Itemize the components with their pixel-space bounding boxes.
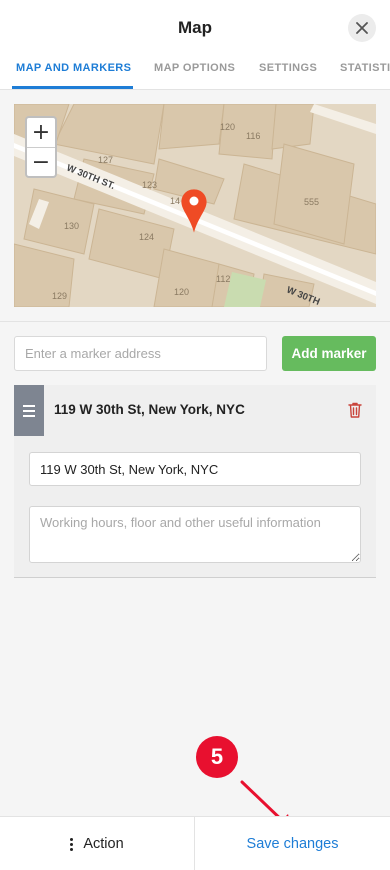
active-tab-indicator xyxy=(12,86,133,89)
divider xyxy=(0,321,390,322)
drag-handle-icon-line xyxy=(23,409,35,412)
footer: Action Save changes xyxy=(0,816,390,870)
building-number: 112 xyxy=(216,274,230,284)
building-number: 116 xyxy=(246,131,260,141)
step-badge: 5 xyxy=(196,736,238,778)
close-icon xyxy=(356,22,368,34)
map-view[interactable]: W 30TH ST. W 30TH 127 123 120 116 130 12… xyxy=(14,104,376,307)
drag-handle-icon xyxy=(23,404,35,407)
add-marker-button[interactable]: Add marker xyxy=(282,336,376,371)
building-number: 120 xyxy=(174,287,189,297)
zoom-in-button[interactable]: + xyxy=(27,118,55,147)
tab-map-and-markers[interactable]: MAP AND MARKERS xyxy=(16,62,131,74)
building-number: 130 xyxy=(64,221,79,231)
building-number: 129 xyxy=(52,291,67,301)
header: Map MAP AND MARKERS MAP OPTIONS SETTINGS… xyxy=(0,0,390,90)
drag-handle[interactable] xyxy=(14,385,44,436)
action-label: Action xyxy=(83,836,124,852)
tab-bar: MAP AND MARKERS MAP OPTIONS SETTINGS STA… xyxy=(0,52,390,90)
tab-settings[interactable]: SETTINGS xyxy=(259,62,317,74)
marker-title: 119 W 30th St, New York, NYC xyxy=(54,402,245,417)
map-tiles: W 30TH ST. W 30TH 127 123 120 116 130 12… xyxy=(14,104,376,307)
trash-icon[interactable] xyxy=(348,402,362,418)
page-title: Map xyxy=(178,18,212,37)
save-changes-button[interactable]: Save changes xyxy=(195,817,390,870)
building-number: 123 xyxy=(142,180,157,190)
marker-card: 119 W 30th St, New York, NYC xyxy=(14,385,376,578)
building-number: 555 xyxy=(304,197,319,207)
building-number: 124 xyxy=(139,232,154,242)
marker-address-field[interactable] xyxy=(29,452,361,486)
building-number: 14 xyxy=(170,196,180,206)
close-button[interactable] xyxy=(348,14,376,42)
drag-handle-icon-line xyxy=(23,414,35,417)
building-number: 120 xyxy=(220,122,235,132)
zoom-out-button[interactable]: − xyxy=(27,147,55,176)
marker-notes-field[interactable] xyxy=(29,506,361,563)
building-number: 127 xyxy=(98,155,113,165)
tab-map-options[interactable]: MAP OPTIONS xyxy=(154,62,235,74)
tab-statistics[interactable]: STATISTI xyxy=(340,62,390,74)
more-vertical-icon xyxy=(70,837,74,851)
zoom-control: + − xyxy=(25,116,57,178)
marker-address-input[interactable] xyxy=(14,336,267,371)
action-button[interactable]: Action xyxy=(0,817,194,870)
